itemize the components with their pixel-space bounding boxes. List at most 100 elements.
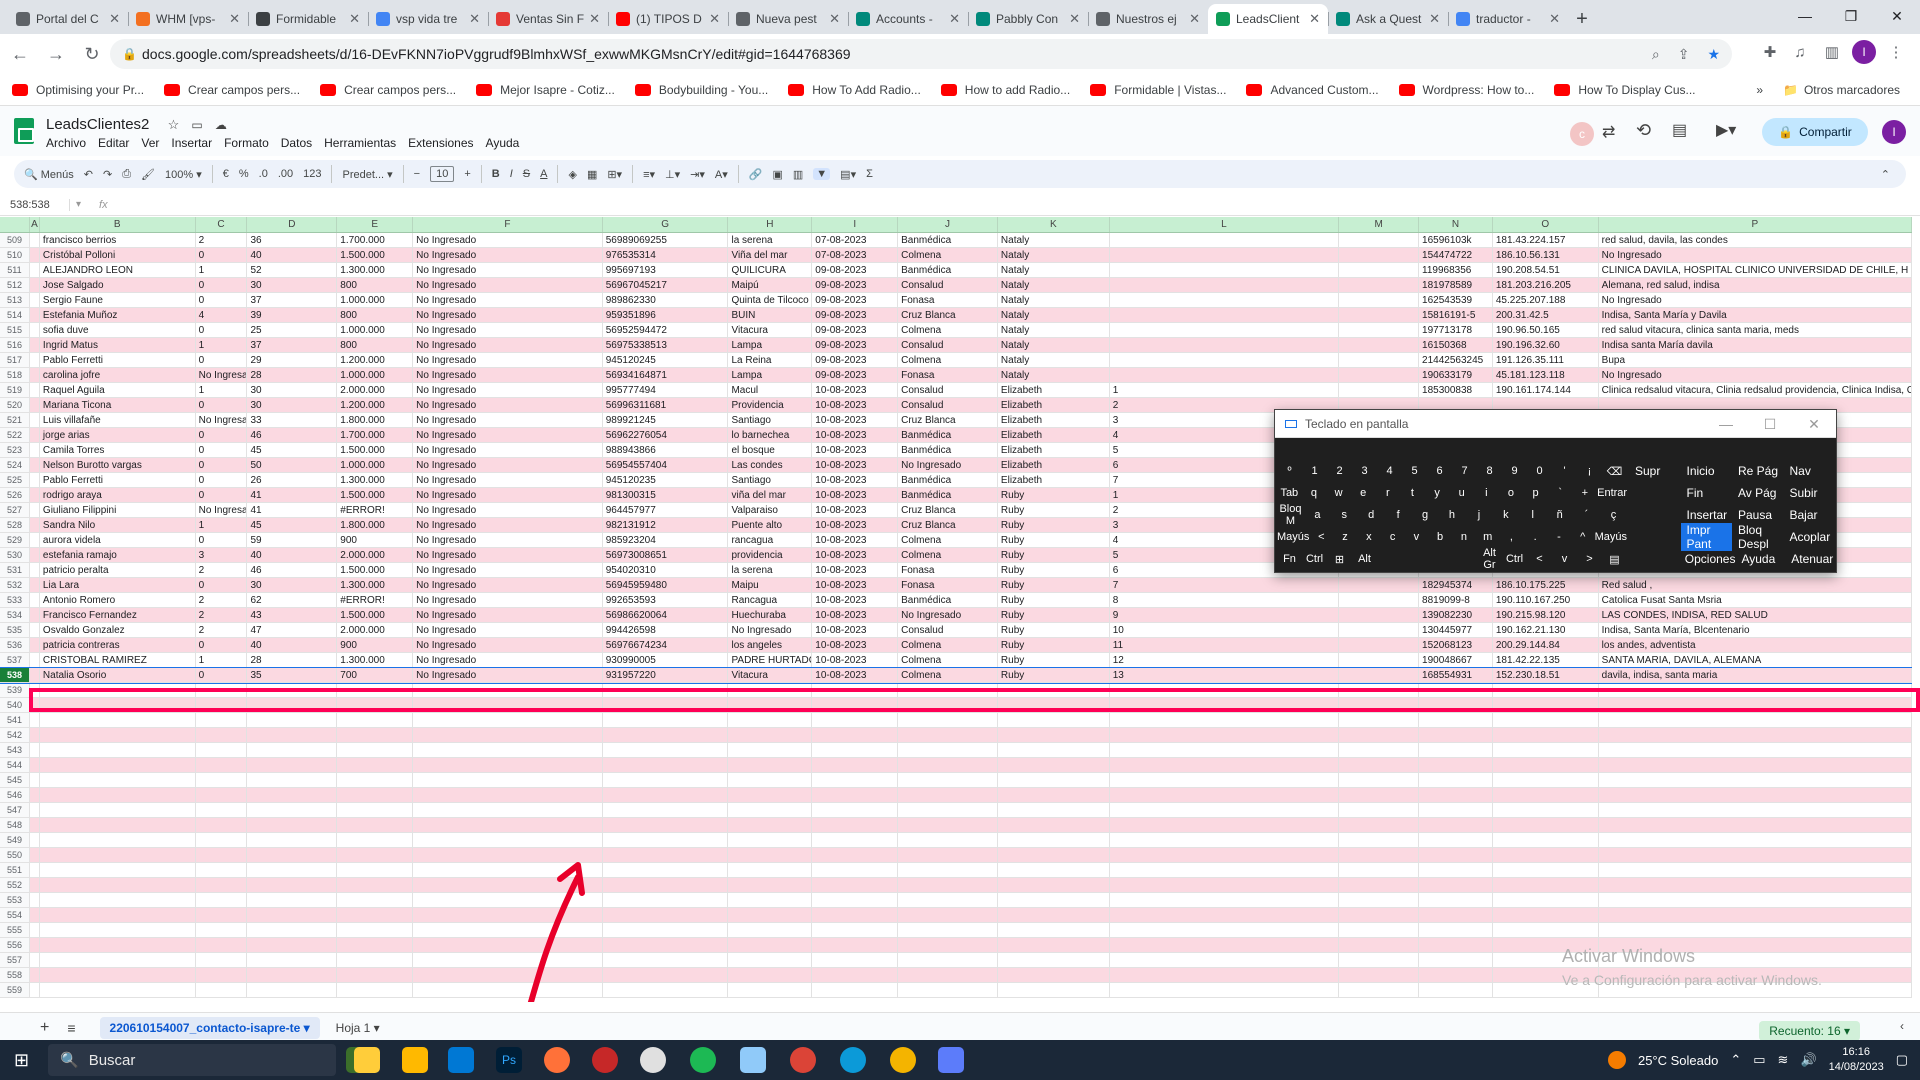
table-cell[interactable]: 25 xyxy=(247,323,338,337)
table-cell[interactable] xyxy=(247,803,338,817)
tab-close-icon[interactable]: ✕ xyxy=(589,11,600,27)
table-cell[interactable] xyxy=(998,758,1110,772)
table-cell[interactable] xyxy=(1339,893,1420,907)
table-cell[interactable] xyxy=(728,788,813,802)
bold-icon[interactable]: B xyxy=(492,168,500,180)
osk-key[interactable]: f xyxy=(1385,509,1412,521)
table-cell[interactable] xyxy=(30,353,40,367)
osk-nav-key[interactable]: Inicio xyxy=(1681,464,1733,478)
document-title[interactable]: LeadsClientes2 ☆ ▭ ☁ xyxy=(46,116,227,133)
table-cell[interactable] xyxy=(1493,908,1599,922)
table-cell[interactable]: Banmédica xyxy=(898,263,998,277)
table-cell[interactable]: Vitacura xyxy=(728,668,813,682)
table-cell[interactable] xyxy=(247,818,338,832)
table-cell[interactable] xyxy=(30,398,40,412)
table-cell[interactable] xyxy=(196,968,248,982)
table-cell[interactable]: No Ingresado xyxy=(1599,368,1912,382)
table-cell[interactable]: 40 xyxy=(247,638,338,652)
table-cell[interactable]: aurora videla xyxy=(40,533,196,547)
osk-key[interactable]: < xyxy=(1527,553,1552,565)
osk-key[interactable]: v xyxy=(1552,553,1577,565)
osk-nav-key[interactable]: Supr xyxy=(1629,464,1681,478)
functions-icon[interactable]: Σ xyxy=(866,168,873,180)
table-cell[interactable]: 33 xyxy=(247,413,338,427)
tab-close-icon[interactable]: ✕ xyxy=(949,11,960,27)
table-cell[interactable] xyxy=(898,878,998,892)
zoom-icon[interactable]: ⌕ xyxy=(1652,46,1660,63)
table-cell[interactable] xyxy=(1110,848,1340,862)
table-cell[interactable] xyxy=(1599,848,1912,862)
table-cell[interactable] xyxy=(40,968,196,982)
table-cell[interactable]: Elizabeth xyxy=(998,473,1110,487)
table-cell[interactable] xyxy=(1339,803,1420,817)
table-cell[interactable]: los andes, adventista xyxy=(1599,638,1912,652)
bookmark-item[interactable]: Crear campos pers... xyxy=(164,83,300,97)
table-cell[interactable]: 4 xyxy=(196,308,248,322)
column-header[interactable]: M xyxy=(1339,217,1420,232)
table-cell[interactable] xyxy=(196,803,248,817)
table-cell[interactable] xyxy=(1419,983,1493,997)
table-cell[interactable]: No Ingresado xyxy=(413,563,603,577)
osk-key[interactable]: 9 xyxy=(1502,465,1527,477)
table-cell[interactable]: 10-08-2023 xyxy=(812,668,899,682)
table-cell[interactable] xyxy=(1419,833,1493,847)
osk-key[interactable]: > xyxy=(1577,553,1602,565)
table-cell[interactable] xyxy=(40,818,196,832)
osk-close-icon[interactable]: ✕ xyxy=(1792,410,1836,438)
add-sheet-icon[interactable]: + xyxy=(40,1019,49,1037)
table-cell[interactable]: 56973008651 xyxy=(603,548,729,562)
table-cell[interactable]: 185300838 xyxy=(1419,383,1493,397)
row-number[interactable]: 544 xyxy=(0,758,30,772)
spreadsheet-grid[interactable]: ABCDEFGHIJKLMNOP 509 francisco berrios 2 36… xyxy=(0,217,1912,1002)
table-cell[interactable]: 10-08-2023 xyxy=(812,503,899,517)
table-cell[interactable]: 181.42.22.135 xyxy=(1493,653,1599,667)
tab-close-icon[interactable]: ✕ xyxy=(109,11,120,27)
table-cell[interactable] xyxy=(1339,293,1420,307)
table-cell[interactable]: lo barnechea xyxy=(728,428,813,442)
osk-key[interactable]: ' xyxy=(1552,465,1577,477)
table-cell[interactable] xyxy=(1599,893,1912,907)
table-cell[interactable]: 2 xyxy=(196,608,248,622)
table-row[interactable]: 519 Raquel Aguila 1 30 2.000.000 No Ingresado… xyxy=(0,383,1912,398)
table-cell[interactable] xyxy=(337,938,414,952)
osk-key[interactable]: Ctrl xyxy=(1502,553,1527,565)
osk-key[interactable]: º xyxy=(1277,465,1302,477)
osk-key[interactable]: o xyxy=(1499,487,1524,499)
table-cell[interactable]: Osvaldo Gonzalez xyxy=(40,623,196,637)
table-row[interactable]: 537 CRISTOBAL RAMIREZ 1 28 1.300.000 No Ingre… xyxy=(0,653,1912,668)
table-cell[interactable] xyxy=(1339,773,1420,787)
table-cell[interactable]: 07-08-2023 xyxy=(812,233,899,247)
table-cell[interactable]: No Ingresado xyxy=(413,548,603,562)
table-cell[interactable] xyxy=(40,908,196,922)
table-cell[interactable] xyxy=(728,833,813,847)
table-cell[interactable] xyxy=(998,728,1110,742)
table-cell[interactable]: 1.000.000 xyxy=(337,458,414,472)
meet-present-icon[interactable]: ⇄ xyxy=(1602,122,1615,142)
table-cell[interactable]: estefania ramajo xyxy=(40,548,196,562)
profile-avatar[interactable]: I xyxy=(1852,40,1876,64)
table-cell[interactable] xyxy=(603,788,729,802)
table-cell[interactable] xyxy=(1419,758,1493,772)
taskbar-search[interactable]: 🔍 Buscar xyxy=(48,1044,336,1076)
osk-key[interactable]: ▤ xyxy=(1602,553,1627,566)
table-cell[interactable]: Nataly xyxy=(998,263,1110,277)
bookmark-item[interactable]: Advanced Custom... xyxy=(1246,83,1379,97)
row-number[interactable]: 536 xyxy=(0,638,30,652)
table-cell[interactable] xyxy=(40,803,196,817)
table-cell[interactable]: 16596103k xyxy=(1419,233,1493,247)
table-cell[interactable] xyxy=(1339,608,1420,622)
table-row[interactable]: 554 xyxy=(0,908,1912,923)
forward-icon[interactable]: → xyxy=(40,38,72,70)
table-cell[interactable]: 186.10.175.225 xyxy=(1493,578,1599,592)
table-cell[interactable]: 0 xyxy=(196,248,248,262)
tab-close-icon[interactable]: ✕ xyxy=(1549,11,1560,27)
table-cell[interactable]: 190633179 xyxy=(1419,368,1493,382)
table-cell[interactable] xyxy=(1110,368,1340,382)
table-row[interactable]: 552 xyxy=(0,878,1912,893)
table-cell[interactable] xyxy=(1493,893,1599,907)
clock[interactable]: 16:16 14/08/2023 xyxy=(1829,1045,1884,1075)
table-cell[interactable]: No Ingresado xyxy=(413,638,603,652)
table-cell[interactable] xyxy=(1110,323,1340,337)
column-header[interactable]: O xyxy=(1493,217,1599,232)
table-cell[interactable] xyxy=(337,893,414,907)
